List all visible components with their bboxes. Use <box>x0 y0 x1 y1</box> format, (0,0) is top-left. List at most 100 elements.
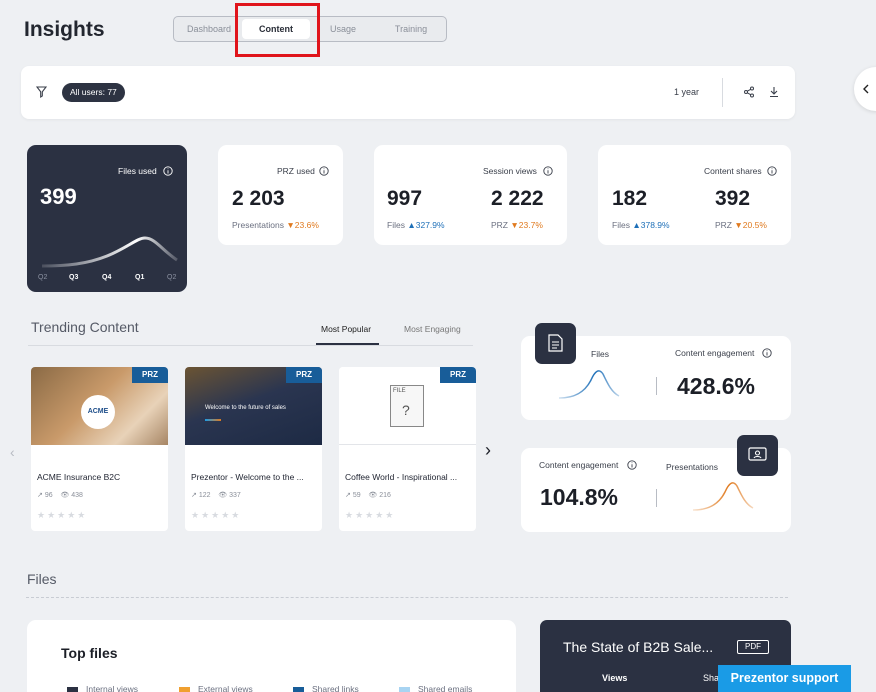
content-shares-card[interactable]: Content shares 182 392 Files ▲378.9% PRZ… <box>598 145 791 245</box>
info-icon[interactable] <box>762 348 772 358</box>
card-stats: ↗ 122 👁 337 <box>191 492 241 499</box>
carousel-next-icon[interactable]: › <box>485 440 491 461</box>
document-icon <box>535 323 576 364</box>
eye-icon: 👁 <box>218 492 228 499</box>
files-engagement-value: 428.6% <box>677 373 756 399</box>
session-views-label: Session views <box>483 166 537 176</box>
rating-stars[interactable]: ★★★★★ <box>37 510 87 521</box>
share-icon: ↗ <box>345 492 351 499</box>
top-files-title: Top files <box>61 645 118 661</box>
filter-bar: All users: 77 1 year <box>21 66 795 119</box>
trending-card[interactable]: FILE ? PRZ Coffee World - Inspirational … <box>339 367 476 531</box>
top-files-card: Top files Internal views External views … <box>27 620 516 692</box>
info-icon[interactable] <box>319 166 329 176</box>
card-title: ACME Insurance B2C <box>37 472 121 482</box>
prz-used-label: PRZ used <box>277 166 315 176</box>
slide-dots <box>205 419 221 421</box>
files-label: Files <box>591 349 609 359</box>
legend-internal-views[interactable]: Internal views <box>67 684 138 692</box>
prz-used-change: 23.6% <box>294 220 319 230</box>
divider <box>656 489 657 507</box>
prz-badge: PRZ <box>286 367 322 383</box>
info-icon[interactable] <box>543 166 553 176</box>
content-shares-prz-value: 392 <box>715 187 751 210</box>
session-views-prz-sub: PRZ ▼23.7% <box>491 220 543 230</box>
trending-card[interactable]: Welcome to the future of sales PRZ Preze… <box>185 367 322 531</box>
chevron-left-icon <box>863 84 869 94</box>
card-stats: ↗ 96 👁 438 <box>37 492 83 499</box>
files-engagement-sparkline <box>558 370 620 399</box>
prz-badge: PRZ <box>132 367 168 383</box>
legend-external-views[interactable]: External views <box>179 684 253 692</box>
trending-card[interactable]: ACME PRZ ACME Insurance B2C ↗ 96 👁 438 ★… <box>31 367 168 531</box>
prz-used-value: 2 203 <box>232 187 285 210</box>
card-title: Prezentor - Welcome to the ... <box>191 472 304 482</box>
session-views-files-sub: Files ▲327.9% <box>387 220 445 230</box>
trend-up-icon: ▲ <box>407 220 416 230</box>
highlight-box <box>235 3 320 57</box>
card-stats: ↗ 59 👁 216 <box>345 492 391 499</box>
presentations-engagement-sparkline <box>692 482 754 511</box>
tab-dashboard[interactable]: Dashboard <box>176 17 242 41</box>
axis-q4: Q4 <box>102 274 112 281</box>
period-select[interactable]: 1 year <box>674 87 699 97</box>
divider <box>656 377 657 395</box>
files-used-card[interactable]: Files used 399 Q2 Q3 Q4 Q1 Q2 <box>27 145 187 292</box>
users-filter-pill[interactable]: All users: 77 <box>62 83 125 102</box>
legend-shared-links[interactable]: Shared links <box>293 684 359 692</box>
card-title: Coffee World - Inspirational ... <box>345 472 458 482</box>
eye-icon: 👁 <box>368 492 378 499</box>
axis-q2-end: Q2 <box>167 274 177 281</box>
tab-most-popular[interactable]: Most Popular <box>321 324 371 334</box>
presentation-icon <box>737 435 778 476</box>
content-shares-label: Content shares <box>704 166 762 176</box>
presentations-label: Presentations <box>666 462 718 472</box>
session-views-files-value: 997 <box>387 187 423 210</box>
legend-swatch <box>67 686 78 692</box>
content-shares-prz-sub: PRZ ▼20.5% <box>715 220 767 230</box>
share-icon[interactable] <box>743 86 755 98</box>
trend-up-icon: ▲ <box>632 220 641 230</box>
axis-q3: Q3 <box>69 274 79 281</box>
prz-used-card[interactable]: PRZ used 2 203 Presentations ▼23.6% <box>218 145 343 245</box>
info-icon[interactable] <box>767 166 777 176</box>
presentations-label: Presentations <box>232 220 284 230</box>
trending-title: Trending Content <box>31 319 139 335</box>
trend-down-icon: ▼ <box>734 220 743 230</box>
content-shares-files-sub: Files ▲378.9% <box>612 220 670 230</box>
prz-badge: PRZ <box>440 367 476 383</box>
share-icon: ↗ <box>37 492 43 499</box>
pdf-badge: PDF <box>737 640 769 654</box>
page-title: Insights <box>24 18 105 41</box>
divider <box>26 597 788 598</box>
content-engagement-label: Content engagement <box>539 460 619 470</box>
acme-logo: ACME <box>81 395 115 429</box>
rating-stars[interactable]: ★★★★★ <box>345 510 395 521</box>
support-button[interactable]: Prezentor support <box>718 665 851 692</box>
axis-q1: Q1 <box>135 274 145 281</box>
files-used-value: 399 <box>40 184 77 209</box>
filter-icon[interactable] <box>36 86 47 98</box>
content-shares-files-value: 182 <box>612 187 648 210</box>
download-icon[interactable] <box>768 86 780 98</box>
featured-file-title: The State of B2B Sale... <box>563 639 714 655</box>
collapse-panel-button[interactable] <box>854 67 876 111</box>
files-used-label: Files used <box>118 166 157 176</box>
files-used-sparkline <box>41 236 178 268</box>
tab-training[interactable]: Training <box>378 17 444 41</box>
info-icon[interactable] <box>627 460 637 470</box>
axis-q2-start: Q2 <box>38 274 48 281</box>
tab-views[interactable]: Views <box>602 673 627 683</box>
tab-most-engaging[interactable]: Most Engaging <box>404 324 461 334</box>
legend-shared-emails[interactable]: Shared emails <box>399 684 472 692</box>
slide-title: Welcome to the future of sales <box>205 405 286 411</box>
legend-swatch <box>399 686 410 692</box>
divider <box>722 78 723 107</box>
info-icon[interactable] <box>163 166 173 176</box>
rating-stars[interactable]: ★★★★★ <box>191 510 241 521</box>
session-views-card[interactable]: Session views 997 2 222 Files ▲327.9% PR… <box>374 145 567 245</box>
carousel-prev-icon[interactable]: ‹ <box>10 444 15 460</box>
files-section-title: Files <box>27 571 57 587</box>
eye-icon: 👁 <box>60 492 70 499</box>
prz-used-sub: Presentations ▼23.6% <box>232 220 319 230</box>
